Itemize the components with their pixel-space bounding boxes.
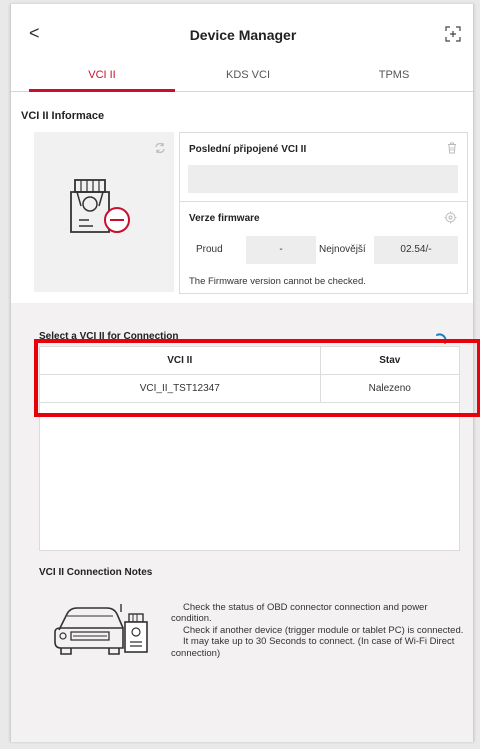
last-connected-title: Poslední připojené VCI II [189, 144, 307, 155]
top-bar: < Device Manager [11, 4, 473, 60]
fullscreen-icon[interactable] [445, 26, 461, 42]
trash-icon[interactable] [447, 142, 457, 154]
loading-spinner-icon [436, 333, 447, 344]
column-header-vci: VCI II [40, 347, 321, 375]
vci-name-cell[interactable]: VCI_II_TST12347 [40, 374, 321, 403]
vci-device-icon [70, 179, 130, 233]
note-line-3: It may take up to 30 Seconds to connect.… [171, 636, 455, 659]
firmware-title: Verze firmware [189, 213, 260, 224]
active-tab-indicator [29, 89, 175, 92]
latest-version-value: 02.54/- [374, 236, 458, 264]
page-title: Device Manager [189, 27, 297, 43]
latest-version-label: Nejnovější [319, 244, 366, 255]
car-vci-icon [54, 604, 148, 655]
connection-notes-text: Check the status of OBD connector connec… [171, 602, 467, 659]
device-manager-window: < Device Manager VCI II KDS VCI TPMS VCI… [10, 4, 474, 742]
vci-info-title: VCI II Informace [21, 110, 105, 122]
tab-tpms[interactable]: TPMS [321, 69, 467, 81]
gear-icon[interactable] [444, 211, 457, 224]
last-connected-card: Poslední připojené VCI II [179, 132, 468, 202]
vci-status-cell[interactable]: Nalezeno [320, 374, 459, 403]
select-vci-title: Select a VCI II for Connection [39, 331, 179, 342]
vci-table: VCI II Stav VCI_II_TST12347 Nalezeno [40, 347, 459, 403]
connection-notes-title: VCI II Connection Notes [39, 567, 153, 578]
last-connected-field [188, 165, 458, 193]
firmware-note: The Firmware version cannot be checked. [189, 276, 366, 287]
current-version-value: - [246, 236, 316, 264]
firmware-card: Verze firmware Proud - Nejnovější 02.54/… [179, 202, 468, 294]
vci-device-panel [34, 132, 174, 292]
table-row[interactable]: VCI_II_TST12347 Nalezeno [40, 374, 459, 403]
vci-list: VCI II Stav VCI_II_TST12347 Nalezeno [39, 346, 460, 551]
tab-kds-vci[interactable]: KDS VCI [175, 69, 321, 81]
table-header-row: VCI II Stav [40, 347, 459, 375]
refresh-icon[interactable] [154, 142, 166, 154]
note-line-1: Check the status of OBD connector connec… [171, 602, 428, 625]
connection-selection-area: Select a VCI II for Connection VCI II St… [11, 303, 473, 742]
firmware-version-row: Proud - Nejnovější 02.54/- [188, 236, 458, 264]
column-header-status: Stav [320, 347, 459, 375]
tab-bar: VCI II KDS VCI TPMS [11, 60, 473, 92]
tab-vci-ii[interactable]: VCI II [29, 69, 175, 81]
note-line-2: Check if another device (trigger module … [183, 624, 464, 636]
current-version-label: Proud [196, 244, 223, 255]
